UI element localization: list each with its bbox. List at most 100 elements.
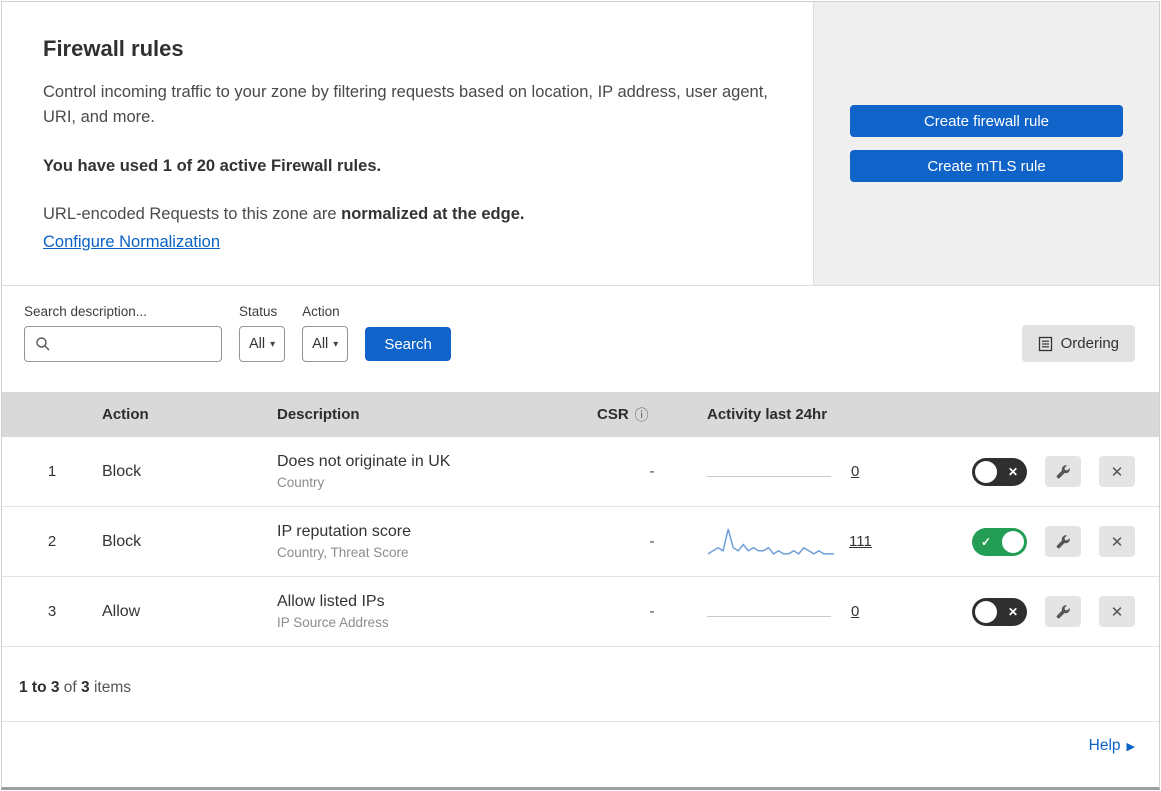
status-select[interactable]: All ▾ — [239, 326, 286, 362]
rule-activity: 0 — [707, 462, 947, 482]
table-row: 2 Block IP reputation score Country, Thr… — [2, 507, 1159, 577]
help-label: Help — [1088, 737, 1121, 754]
search-field: Search description... — [24, 304, 222, 362]
activity-count-link[interactable]: 0 — [851, 463, 859, 480]
activity-column-header: Activity last 24hr — [707, 406, 828, 423]
create-firewall-rule-button[interactable]: Create firewall rule — [850, 105, 1123, 137]
page-description: Control incoming traffic to your zone by… — [43, 83, 768, 126]
status-value: All — [249, 336, 266, 352]
pagination-range: 1 to 3 — [19, 679, 60, 696]
wrench-icon — [1056, 604, 1070, 618]
help-arrow-icon: ▶ — [1126, 740, 1135, 753]
wrench-icon — [1056, 534, 1070, 548]
rule-action: Block — [102, 532, 142, 550]
help-bar: Help ▶ — [2, 722, 1159, 770]
usage-note: You have used 1 of 20 active Firewall ru… — [43, 156, 382, 175]
rule-criteria: Country — [277, 475, 325, 490]
delete-rule-button[interactable]: ✕ — [1099, 456, 1135, 487]
close-icon: ✕ — [1110, 463, 1124, 481]
rule-csr-value: - — [649, 533, 655, 550]
edit-rule-button[interactable] — [1045, 456, 1081, 487]
toggle-knob — [975, 460, 997, 483]
rule-controls: ✓ ✕ ✕ — [947, 596, 1159, 627]
wrench-icon — [1056, 464, 1070, 478]
rule-description: IP reputation score Country, Threat Scor… — [277, 523, 597, 560]
search-button[interactable]: Search — [365, 327, 451, 361]
rule-criteria: Country, Threat Score — [277, 545, 409, 560]
pagination-total: 3 — [81, 679, 90, 696]
page-title: Firewall rules — [43, 36, 184, 61]
description-column-header: Description — [277, 406, 360, 423]
rule-controls: ✓ ✕ ✕ — [947, 526, 1159, 557]
pagination-items-label: items — [93, 679, 132, 696]
rule-controls: ✓ ✕ ✕ — [947, 456, 1159, 487]
chevron-down-icon: ▾ — [270, 338, 276, 350]
action-label: Action — [302, 304, 340, 319]
ordering-button[interactable]: Ordering — [1021, 325, 1135, 362]
help-link[interactable]: Help ▶ — [1089, 737, 1135, 755]
rule-description-text: IP reputation score — [277, 523, 412, 540]
activity-sparkline — [707, 528, 834, 555]
normalization-text: URL-encoded Requests to this zone are — [43, 205, 337, 224]
info-icon[interactable]: ⓘ — [635, 405, 649, 425]
table-row: 3 Allow Allow listed IPs IP Source Addre… — [2, 577, 1159, 647]
x-icon: ✕ — [1007, 464, 1018, 479]
activity-count-link[interactable]: 111 — [849, 533, 872, 550]
x-icon: ✕ — [1007, 604, 1018, 619]
delete-rule-button[interactable]: ✕ — [1099, 526, 1135, 557]
rule-csr-value: - — [649, 463, 655, 480]
rule-action: Allow — [102, 602, 141, 620]
search-label: Search description... — [24, 304, 148, 319]
filter-bar: Search description... Status All ▾ Actio… — [2, 286, 1159, 378]
normalization-note: URL-encoded Requests to this zone are no… — [43, 202, 773, 227]
action-value: All — [312, 336, 329, 352]
page-header-section: Firewall rules Control incoming traffic … — [2, 2, 1159, 286]
table-row: 1 Block Does not originate in UK Country… — [2, 437, 1159, 507]
close-icon: ✕ — [1110, 603, 1124, 621]
status-filter: Status All ▾ — [239, 304, 286, 362]
check-icon: ✓ — [981, 534, 992, 549]
pagination-of: of — [63, 679, 77, 696]
ordering-label: Ordering — [1060, 335, 1119, 352]
rule-priority: 2 — [47, 533, 57, 550]
edit-rule-button[interactable] — [1045, 596, 1081, 627]
rule-description: Allow listed IPs IP Source Address — [277, 593, 597, 630]
rule-activity: 111 — [707, 523, 947, 561]
rule-activity: 0 — [707, 602, 947, 622]
search-icon — [36, 337, 50, 351]
search-input[interactable] — [24, 326, 222, 362]
intro-panel: Firewall rules Control incoming traffic … — [2, 2, 814, 285]
actions-panel: Create firewall rule Create mTLS rule — [814, 2, 1159, 285]
rule-description-text: Allow listed IPs — [277, 593, 385, 610]
activity-count-link[interactable]: 0 — [851, 603, 859, 620]
toggle-knob — [1002, 530, 1024, 553]
create-mtls-rule-button[interactable]: Create mTLS rule — [850, 150, 1123, 182]
configure-normalization-link[interactable]: Configure Normalization — [43, 233, 220, 251]
chevron-down-icon: ▾ — [333, 338, 339, 350]
rule-description: Does not originate in UK Country — [277, 453, 597, 490]
rule-enabled-toggle[interactable]: ✓ ✕ — [972, 597, 1027, 626]
table-header: Action Description CSR ⓘ Activity last 2… — [2, 392, 1159, 437]
rule-priority: 1 — [47, 463, 57, 480]
action-select[interactable]: All ▾ — [302, 326, 349, 362]
csr-column-header: CSR ⓘ — [597, 405, 649, 425]
rule-description-text: Does not originate in UK — [277, 453, 451, 470]
pagination-summary: 1 to 3 of 3 items — [2, 647, 1159, 722]
delete-rule-button[interactable]: ✕ — [1099, 596, 1135, 627]
firewall-rules-page: Firewall rules Control incoming traffic … — [1, 1, 1160, 790]
action-column-header: Action — [102, 406, 149, 423]
rule-enabled-toggle[interactable]: ✓ ✕ — [972, 527, 1027, 556]
activity-flatline — [707, 457, 831, 477]
rule-priority: 3 — [47, 603, 57, 620]
ordering-icon — [1038, 336, 1052, 351]
rule-csr-value: - — [649, 603, 655, 620]
toggle-knob — [975, 600, 997, 623]
close-icon: ✕ — [1110, 533, 1124, 551]
rule-enabled-toggle[interactable]: ✓ ✕ — [972, 457, 1027, 486]
normalization-bold: normalized at the edge. — [341, 205, 525, 224]
activity-flatline — [707, 597, 831, 617]
rule-action: Block — [102, 462, 142, 480]
action-filter: Action All ▾ — [302, 304, 349, 362]
status-label: Status — [239, 304, 278, 319]
edit-rule-button[interactable] — [1045, 526, 1081, 557]
